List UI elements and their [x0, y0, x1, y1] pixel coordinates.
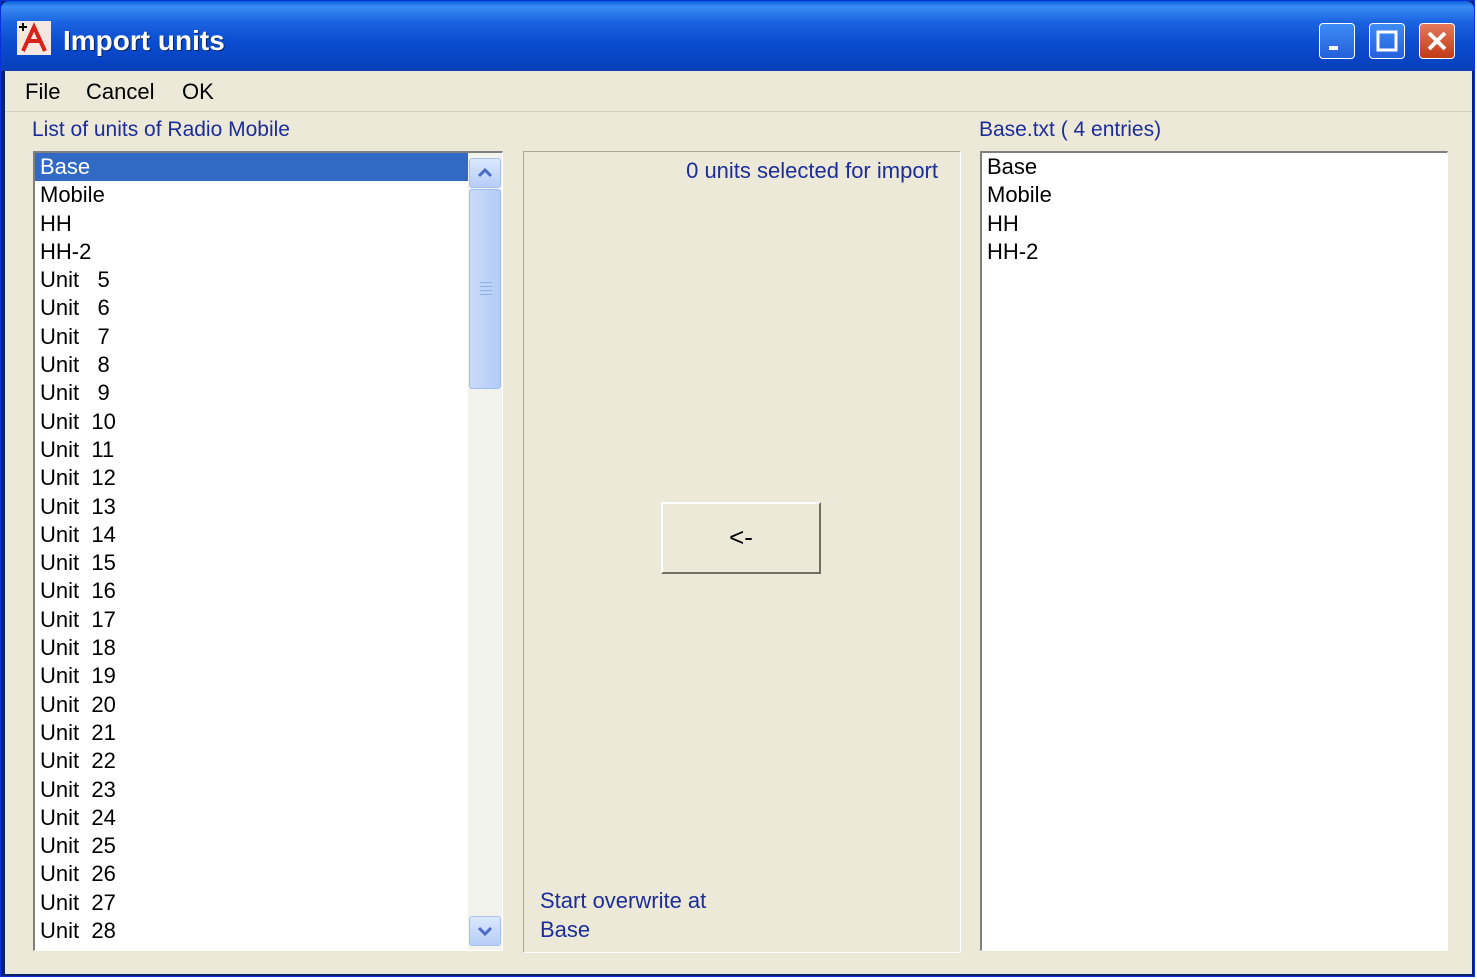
list-item[interactable]: Unit 16	[35, 577, 502, 605]
list-item[interactable]: Unit 17	[35, 606, 502, 634]
minimize-icon	[1329, 46, 1338, 50]
maximize-button[interactable]	[1369, 23, 1405, 59]
scroll-down-button[interactable]	[469, 916, 501, 946]
menu-bar: File Cancel OK	[5, 71, 1472, 112]
selected-count-label: 0 units selected for import	[686, 158, 938, 183]
list-item[interactable]: Unit 15	[35, 549, 502, 577]
close-button[interactable]	[1419, 23, 1455, 59]
units-list-items: Base Mobile HH HH-2 Unit 5 Unit 6 Unit 7 Unit 8…	[35, 153, 502, 945]
window-title: Import units	[63, 25, 225, 56]
list-item[interactable]: Unit 14	[35, 521, 502, 549]
radio-mobile-app-icon	[17, 21, 51, 55]
list-item[interactable]: Unit 8	[35, 351, 502, 379]
chevron-up-icon	[477, 167, 493, 178]
file-list-header: Base.txt ( 4 entries)	[979, 118, 1162, 141]
menu-file[interactable]: File	[25, 79, 60, 105]
import-units-window: Import units File Cancel OK List of unit…	[0, 0, 1475, 977]
list-item[interactable]: Unit 22	[35, 747, 502, 775]
list-item[interactable]: Unit 6	[35, 294, 502, 322]
list-item[interactable]: Unit 21	[35, 719, 502, 747]
list-item[interactable]: Unit 13	[35, 493, 502, 521]
list-item[interactable]: Mobile	[35, 181, 502, 209]
scroll-up-button[interactable]	[469, 158, 501, 188]
list-item[interactable]: Unit 5	[35, 266, 502, 294]
list-item[interactable]: HH-2	[982, 238, 1447, 266]
list-item[interactable]: Unit 18	[35, 634, 502, 662]
file-list-items: Base Mobile HH HH-2	[982, 153, 1447, 266]
middle-panel: 0 units selected for import <- Start ove…	[523, 151, 961, 953]
units-scrollbar[interactable]	[468, 153, 502, 950]
list-item[interactable]: Unit 25	[35, 832, 502, 860]
menu-cancel[interactable]: Cancel	[86, 79, 154, 105]
list-item[interactable]: Unit 26	[35, 860, 502, 888]
overwrite-label: Start overwrite at	[540, 888, 707, 913]
list-item[interactable]: Base	[982, 153, 1447, 181]
list-item[interactable]: Unit 23	[35, 776, 502, 804]
maximize-icon	[1376, 30, 1398, 52]
import-arrow-button[interactable]: <-	[661, 502, 821, 574]
list-item[interactable]: Unit 24	[35, 804, 502, 832]
list-item[interactable]: Unit 27	[35, 889, 502, 917]
units-list-header: List of units of Radio Mobile	[32, 118, 290, 141]
close-icon	[1427, 31, 1447, 51]
chevron-down-icon	[477, 926, 493, 937]
file-entries-listbox[interactable]: Base Mobile HH HH-2	[980, 151, 1448, 951]
list-item[interactable]: HH-2	[35, 238, 502, 266]
list-item[interactable]: Unit 10	[35, 408, 502, 436]
menu-ok[interactable]: OK	[182, 79, 214, 105]
client-area: File Cancel OK List of units of Radio Mo…	[5, 71, 1472, 974]
list-item[interactable]: Unit 20	[35, 691, 502, 719]
scroll-thumb[interactable]	[469, 189, 501, 389]
list-item[interactable]: Base	[35, 153, 502, 182]
minimize-button[interactable]	[1319, 23, 1355, 59]
list-item[interactable]: Unit 12	[35, 464, 502, 492]
list-item[interactable]: HH	[35, 210, 502, 238]
units-listbox[interactable]: Base Mobile HH HH-2 Unit 5 Unit 6 Unit 7 Unit 8…	[33, 151, 503, 951]
title-bar[interactable]: Import units	[1, 1, 1474, 71]
list-item[interactable]: Unit 28	[35, 917, 502, 945]
list-item[interactable]: Unit 19	[35, 662, 502, 690]
list-item[interactable]: Mobile	[982, 181, 1447, 209]
list-item[interactable]: Unit 7	[35, 323, 502, 351]
list-item[interactable]: Unit 11	[35, 436, 502, 464]
overwrite-target: Base	[540, 917, 591, 942]
list-item[interactable]: HH	[982, 210, 1447, 238]
list-item[interactable]: Unit 9	[35, 379, 502, 407]
